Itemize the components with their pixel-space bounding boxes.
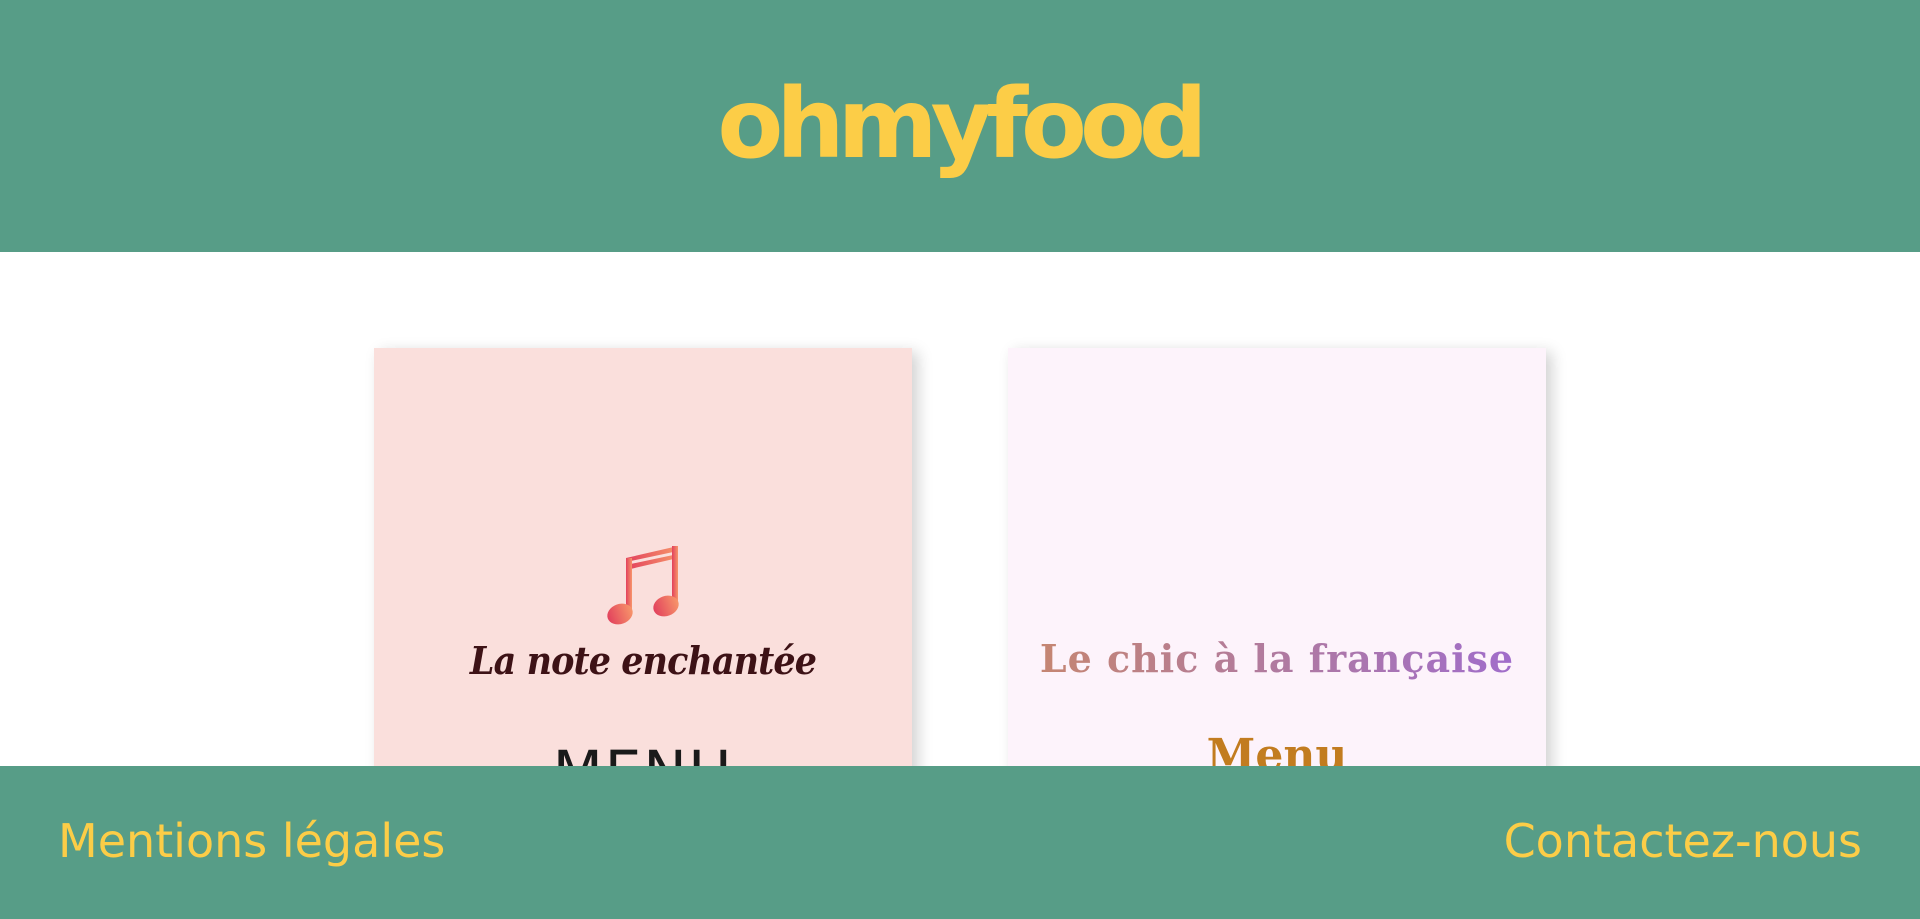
page: ohmyfood La note enchantée MENU [0,0,1920,919]
restaurant-name: Le chic à la française [1008,636,1546,681]
contact-link[interactable]: Contactez-nous [1504,814,1862,869]
site-header: ohmyfood [0,0,1920,252]
restaurant-card-la-note-enchantee[interactable]: La note enchantée MENU [374,348,912,766]
restaurant-name: La note enchantée [469,638,817,683]
site-logo[interactable]: ohmyfood [717,76,1207,172]
menu-label[interactable]: MENU [374,738,912,766]
menu-label[interactable]: Menu [1008,730,1546,766]
restaurant-menu-list: La note enchantée MENU Le chic à la fran… [0,252,1920,766]
restaurant-card-le-chic-a-la-francaise[interactable]: Le chic à la française Menu [1008,348,1546,766]
music-note-icon [607,546,679,625]
site-footer: Mentions légales Contactez-nous [0,766,1920,919]
legal-notice-link[interactable]: Mentions légales [58,814,445,869]
